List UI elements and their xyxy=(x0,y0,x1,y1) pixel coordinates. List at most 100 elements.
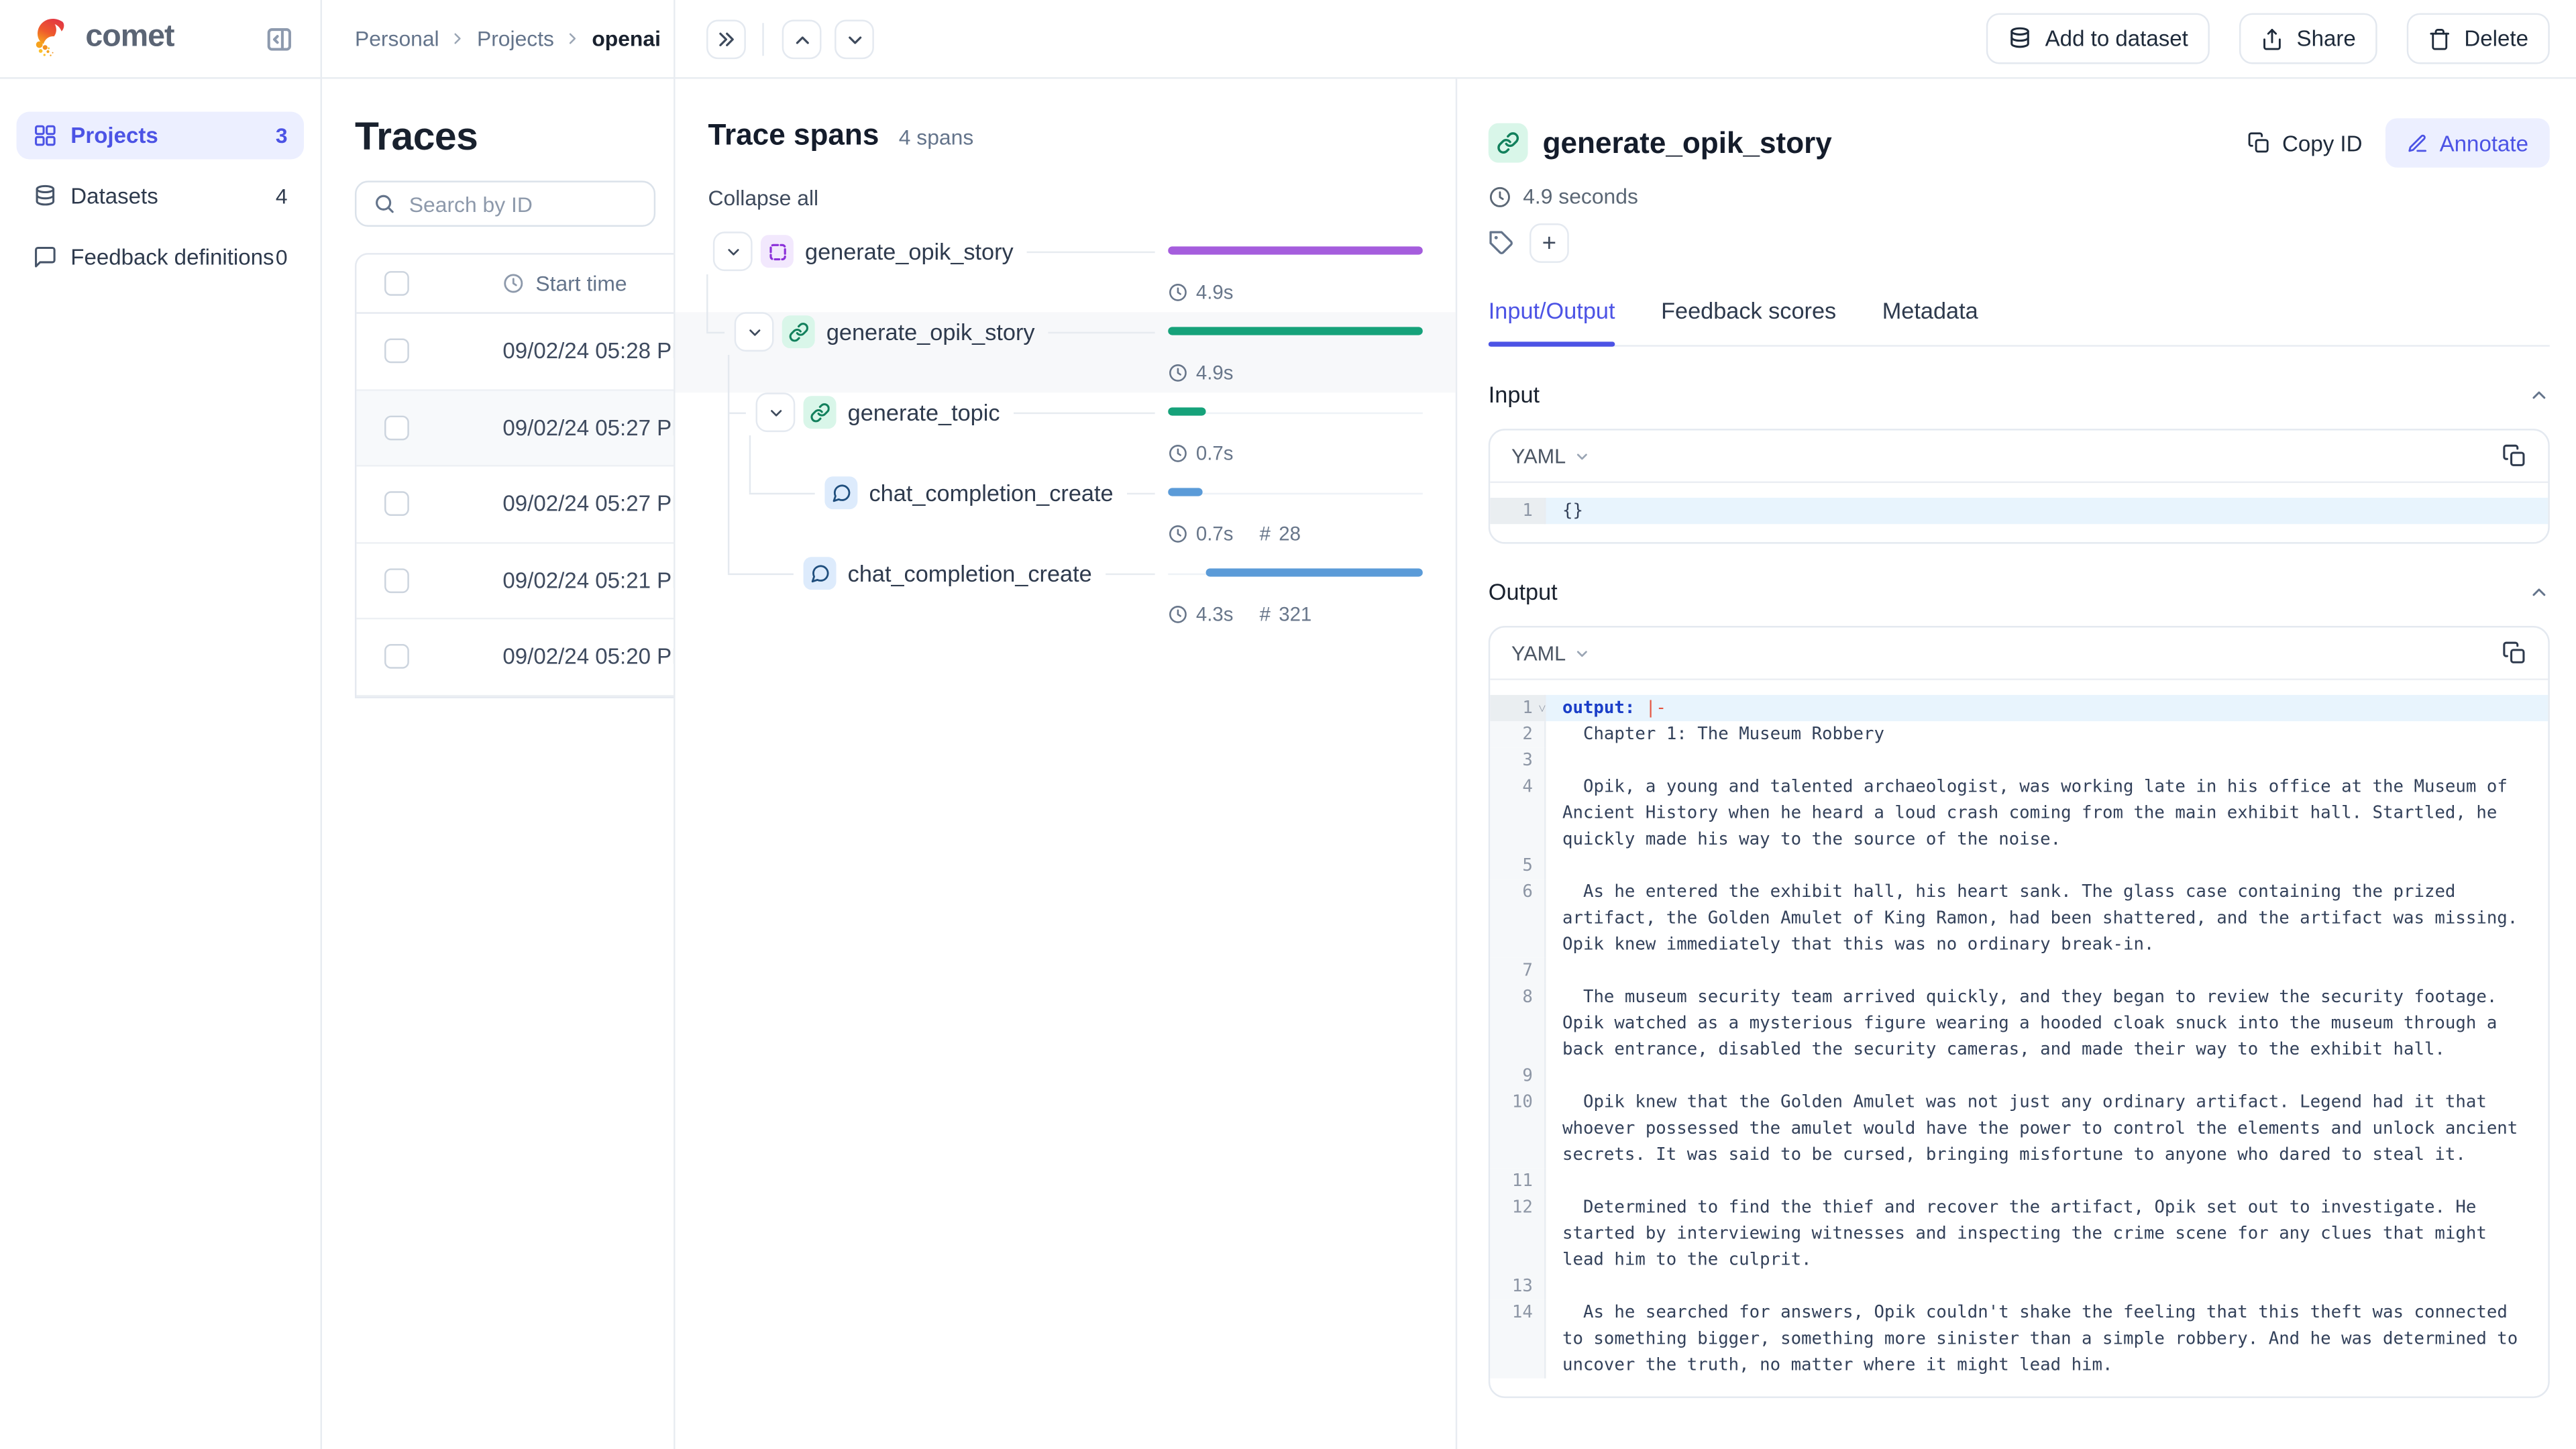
next-trace-button[interactable] xyxy=(835,19,874,59)
tab-metadata[interactable]: Metadata xyxy=(1882,297,1978,345)
expand-collapse-chevron[interactable] xyxy=(756,392,796,432)
duration-bar xyxy=(1168,327,1423,335)
code-line: 12 Determined to find the thief and reco… xyxy=(1490,1194,2548,1273)
start-time-cell: 09/02/24 05:21 PM xyxy=(502,568,674,593)
span-tree-row-chat_completion_create[interactable]: chat_completion_create 0.7s #28 xyxy=(676,473,1456,553)
row-checkbox[interactable] xyxy=(384,492,409,517)
trace-table-row[interactable]: 09/02/24 05:27 PM xyxy=(356,467,674,543)
link-icon xyxy=(804,396,837,429)
copy-id-button[interactable]: Copy ID xyxy=(2241,131,2369,156)
clock-icon xyxy=(1168,523,1187,543)
code-line: 8 The museum security team arrived quick… xyxy=(1490,984,2548,1063)
add-to-dataset-button[interactable]: Add to dataset xyxy=(1986,13,2209,64)
duration-bar-box xyxy=(1168,553,1423,593)
leader-line xyxy=(1105,572,1155,574)
row-checkbox[interactable] xyxy=(384,568,409,593)
trace-table-row[interactable]: 09/02/24 05:20 PM xyxy=(356,619,674,696)
comet-logo[interactable]: comet xyxy=(30,16,174,60)
code-line: 6 As he entered the exhibit hall, his he… xyxy=(1490,879,2548,958)
line-number: 3 xyxy=(1490,747,1546,773)
collapse-input-icon[interactable] xyxy=(2528,384,2550,405)
span-duration-label: 4.3s xyxy=(1196,602,1234,625)
leader-line xyxy=(1026,250,1155,252)
span-duration-label: 0.7s xyxy=(1196,522,1234,545)
clock-icon xyxy=(1168,443,1187,462)
tab-input-output[interactable]: Input/Output xyxy=(1489,297,1615,345)
sidebar-item-count: 3 xyxy=(276,123,288,148)
line-number: 5 xyxy=(1490,853,1546,879)
search-input[interactable] xyxy=(409,191,623,216)
breadcrumb: PersonalProjectsopenai-in xyxy=(355,26,661,51)
copy-icon xyxy=(2502,443,2527,468)
sidebar-item-count: 4 xyxy=(276,184,288,209)
span-tree-row-generate_opik_story[interactable]: generate_opik_story 4.9s xyxy=(676,312,1456,392)
chevron-right-icon xyxy=(564,30,582,48)
copy-output-button[interactable] xyxy=(2502,641,2527,665)
code-line: 13 xyxy=(1490,1273,2548,1299)
tab-feedback-scores[interactable]: Feedback scores xyxy=(1661,297,1836,345)
chat-icon xyxy=(824,476,857,509)
topbar-actions: Add to dataset Share Delete xyxy=(1986,13,2576,64)
message-square-icon xyxy=(33,245,58,270)
row-checkbox[interactable] xyxy=(384,339,409,364)
row-checkbox[interactable] xyxy=(384,415,409,440)
select-all-checkbox[interactable] xyxy=(384,271,409,296)
page-title: Traces xyxy=(355,115,674,161)
line-number: 2 xyxy=(1490,721,1546,747)
span-tree-row-generate_topic[interactable]: generate_topic 0.7s xyxy=(676,392,1456,473)
line-number: 1˅ xyxy=(1490,695,1546,721)
chevron-down-icon xyxy=(1574,447,1590,464)
trace-table-row[interactable]: 09/02/24 05:21 PM xyxy=(356,543,674,619)
duration-bar xyxy=(1205,568,1422,576)
breadcrumb-item[interactable]: Personal xyxy=(355,26,439,51)
line-number: 8 xyxy=(1490,984,1546,1063)
delete-button[interactable]: Delete xyxy=(2407,13,2550,64)
span-name: chat_completion_create xyxy=(848,560,1092,586)
span-duration-label: 0.7s xyxy=(1196,441,1234,464)
trace-icon xyxy=(761,235,794,268)
share-button[interactable]: Share xyxy=(2239,13,2377,64)
span-name: generate_topic xyxy=(848,399,1000,425)
span-tree-row-chat_completion_create[interactable]: chat_completion_create 4.3s #321 xyxy=(676,553,1456,634)
input-format-select[interactable]: YAML xyxy=(1511,444,1591,467)
trace-table-row[interactable]: 09/02/24 05:28 PM xyxy=(356,314,674,390)
table-header: Start time xyxy=(356,255,674,314)
sidebar-collapse-icon[interactable] xyxy=(264,24,294,54)
trace-table-row[interactable]: 09/02/24 05:27 PM xyxy=(356,390,674,467)
sidebar-item-projects[interactable]: Projects 3 xyxy=(16,112,304,160)
expand-panel-button[interactable] xyxy=(706,19,746,59)
add-tag-button[interactable]: + xyxy=(1529,223,1569,263)
line-number: 1 xyxy=(1490,498,1546,524)
duration-bar-box xyxy=(1168,473,1423,513)
clock-icon xyxy=(1168,604,1187,623)
breadcrumb-item[interactable]: Projects xyxy=(477,26,554,51)
output-code-card: YAML 1˅ output: |- 2 Chapter 1: The Muse… xyxy=(1489,626,2550,1398)
row-checkbox[interactable] xyxy=(384,645,409,669)
expand-collapse-chevron[interactable] xyxy=(713,231,753,271)
span-tree-row-generate_opik_story[interactable]: generate_opik_story 4.9s xyxy=(676,231,1456,312)
code-line: 1˅ output: |- xyxy=(1490,695,2548,721)
annotate-button[interactable]: Annotate xyxy=(2385,118,2550,167)
traces-panel: Traces Start time 09/02/24 05:28 PM 09/0… xyxy=(322,79,674,1449)
copy-input-button[interactable] xyxy=(2502,443,2527,468)
copy-icon xyxy=(2248,131,2271,154)
code-line: 14 As he searched for answers, Opik coul… xyxy=(1490,1299,2548,1379)
line-number: 10 xyxy=(1490,1089,1546,1169)
pen-icon xyxy=(2407,132,2428,154)
divider xyxy=(762,23,763,56)
line-number: 4 xyxy=(1490,773,1546,853)
span-duration-label: 4.9s xyxy=(1196,361,1234,384)
collapse-all-button[interactable]: Collapse all xyxy=(708,186,819,211)
token-count: #28 xyxy=(1260,522,1301,545)
sidebar: comet Projects 3 Datasets 4 Feedback def… xyxy=(0,0,322,1449)
opik-app: comet Projects 3 Datasets 4 Feedback def… xyxy=(0,0,2576,1449)
column-header-start-time[interactable]: Start time xyxy=(535,271,627,296)
expand-collapse-chevron[interactable] xyxy=(735,312,774,352)
collapse-output-icon[interactable] xyxy=(2528,581,2550,602)
output-format-select[interactable]: YAML xyxy=(1511,641,1591,664)
sidebar-item-datasets[interactable]: Datasets 4 xyxy=(16,172,304,220)
search-box xyxy=(355,180,655,227)
sidebar-item-feedback-definitions[interactable]: Feedback definitions 0 xyxy=(16,233,304,281)
previous-trace-button[interactable] xyxy=(782,19,822,59)
start-time-cell: 09/02/24 05:27 PM xyxy=(502,415,674,440)
